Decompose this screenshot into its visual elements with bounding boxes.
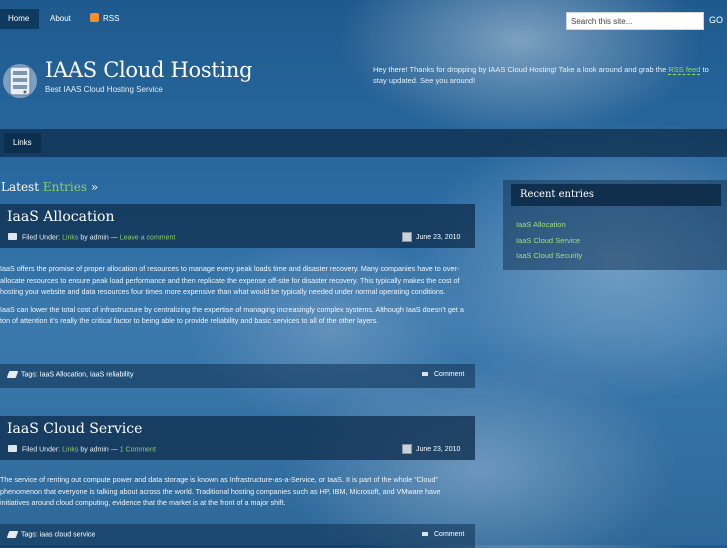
post-comment-label: Comment	[434, 371, 465, 378]
latest-entries-heading: Latest Entries »	[1, 180, 98, 194]
search-go-button[interactable]: GO	[709, 15, 723, 25]
tag-icon	[6, 371, 19, 378]
post-paragraph: IaaS offers the promise of proper alloca…	[0, 264, 460, 296]
latest-suffix: »	[90, 180, 99, 194]
post-date-text: June 23, 2010	[416, 233, 461, 241]
calendar-icon	[402, 232, 412, 242]
welcome-text-before: Hey there! Thanks for dropping by IAAS C…	[373, 65, 669, 74]
post-title[interactable]: IaaS Cloud Service	[7, 421, 142, 437]
post-body: IaaS offers the promise of proper alloca…	[0, 263, 470, 333]
post-comment[interactable]: Comment	[422, 531, 464, 538]
site-title[interactable]: IAAS Cloud Hosting	[45, 58, 253, 82]
post-tags-text[interactable]: Tags: iaas cloud service	[21, 531, 95, 538]
post-footer: Tags: iaas cloud service Comment	[0, 524, 475, 548]
comment-icon	[422, 532, 428, 537]
sidebar-header: Recent entries	[511, 184, 721, 206]
post-tags: Tags: IaaS Allocation, IaaS reliability	[6, 371, 133, 378]
nav-about[interactable]: About	[42, 9, 79, 29]
sidebar-title: Recent entries	[520, 189, 595, 200]
rss-icon	[90, 13, 99, 23]
post-tags: Tags: iaas cloud service	[6, 531, 95, 538]
author-label: by admin —	[80, 446, 118, 454]
calendar-icon	[402, 444, 412, 454]
post-meta: Filed Under: Links by admin — Leave a co…	[8, 233, 176, 242]
welcome-message: Hey there! Thanks for dropping by IAAS C…	[373, 64, 713, 86]
post-comment-label: Comment	[434, 531, 465, 538]
sidebar-item-iaas-allocation[interactable]: IaaS Allocation	[516, 220, 566, 229]
category-navigation	[0, 129, 727, 157]
folder-icon	[8, 445, 17, 452]
sidebar-item-iaas-cloud-service[interactable]: IaaS Cloud Service	[516, 236, 580, 245]
post-paragraph: The service of renting out compute power…	[0, 475, 441, 507]
tag-icon	[6, 531, 19, 538]
site-tagline: Best IAAS Cloud Hosting Service	[45, 85, 163, 94]
post-footer: Tags: IaaS Allocation, IaaS reliability …	[0, 364, 475, 388]
category-link[interactable]: Links	[62, 446, 78, 453]
comment-icon	[422, 372, 428, 377]
nav-home[interactable]: Home	[0, 9, 39, 29]
comment-link[interactable]: 1 Comment	[120, 446, 156, 453]
post-body: The service of renting out compute power…	[0, 474, 470, 515]
filed-under-label: Filed Under:	[22, 446, 61, 454]
category-link[interactable]: Links	[62, 234, 78, 241]
post-header: IaaS Allocation Filed Under: Links by ad…	[0, 204, 475, 248]
author-label: by admin —	[80, 234, 118, 242]
comment-link[interactable]: Leave a comment	[120, 234, 176, 241]
rss-feed-link[interactable]: RSS feed	[668, 65, 701, 75]
post-paragraph: IaaS can lower the total cost of infrast…	[0, 304, 464, 326]
search-input[interactable]	[566, 12, 704, 30]
subnav-links[interactable]: Links	[4, 133, 41, 153]
filed-under-label: Filed Under:	[22, 234, 61, 242]
post-comment[interactable]: Comment	[422, 371, 464, 378]
server-logo-icon	[3, 64, 37, 98]
post-meta: Filed Under: Links by admin — 1 Comment	[8, 445, 156, 454]
folder-icon	[8, 233, 17, 240]
sidebar-recent-entries: Recent entries IaaS Allocation IaaS Clou…	[503, 180, 727, 270]
post-date: June 23, 2010	[402, 232, 460, 242]
nav-rss-label: RSS	[103, 14, 120, 23]
post-date: June 23, 2010	[402, 444, 460, 454]
post-header: IaaS Cloud Service Filed Under: Links by…	[0, 416, 475, 460]
post-title[interactable]: IaaS Allocation	[7, 209, 115, 225]
nav-rss[interactable]: RSS	[82, 9, 127, 29]
post-date-text: June 23, 2010	[416, 445, 461, 453]
post-tags-text[interactable]: Tags: IaaS Allocation, IaaS reliability	[21, 371, 133, 378]
top-navigation: Home About RSS GO	[0, 0, 727, 38]
latest-prefix: Latest	[1, 180, 40, 194]
sidebar-item-iaas-cloud-security[interactable]: IaaS Cloud Security	[516, 251, 582, 260]
latest-accent: Entries	[42, 180, 88, 194]
